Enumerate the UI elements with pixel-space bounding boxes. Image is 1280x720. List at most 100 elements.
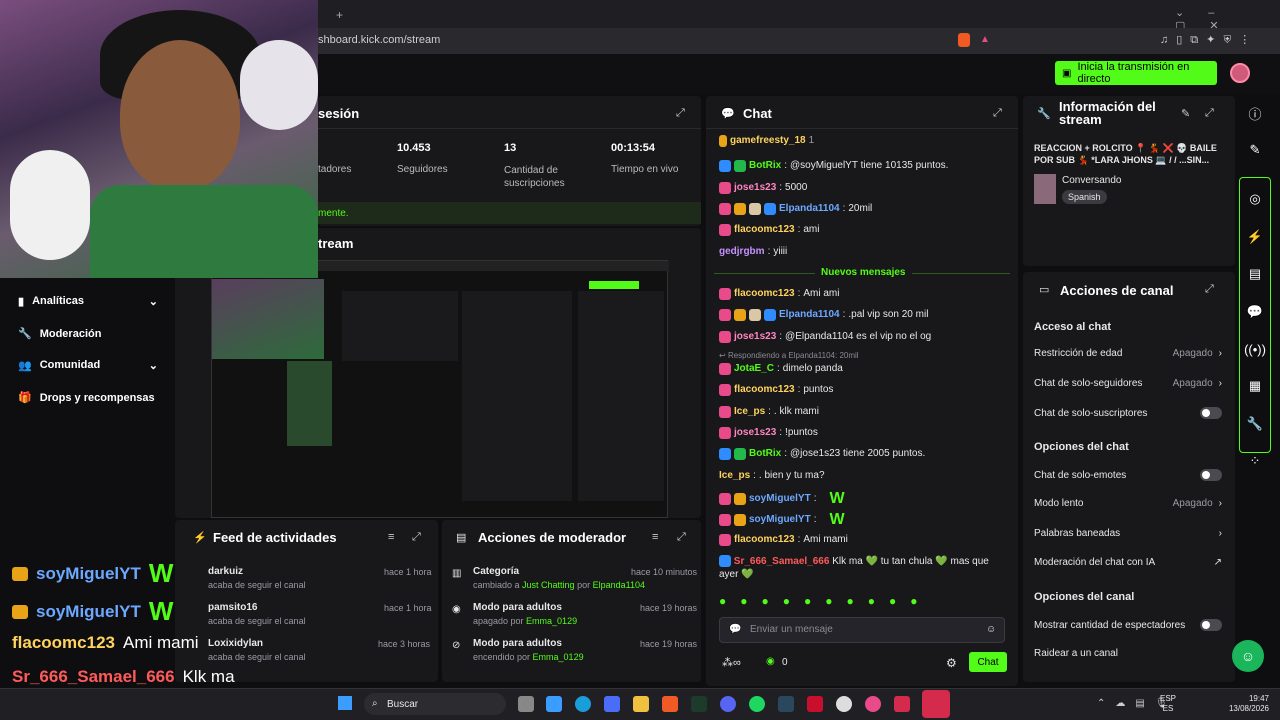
users-infinity-icon[interactable]: ⁂∞	[722, 656, 741, 669]
chat-user[interactable]: flacoomc123	[734, 288, 795, 300]
chat-message[interactable]: flacoomc123: ami	[719, 224, 1009, 236]
tiktok-live-icon[interactable]	[922, 690, 950, 718]
document-icon[interactable]: ▤	[1240, 259, 1270, 289]
chat-user[interactable]: Ice_ps	[734, 406, 765, 418]
pinned-gifter[interactable]: gamefreesty_18 1	[719, 135, 1009, 147]
broadcast-icon[interactable]: ((•))	[1240, 334, 1270, 364]
chat-message[interactable]: Ice_ps:. bien y tu ma?	[719, 470, 1009, 482]
expand-icon[interactable]: ⤢	[412, 531, 421, 544]
chat-user[interactable]: JotaE_C	[734, 363, 774, 375]
chrome-icon[interactable]	[865, 696, 881, 712]
chat-message[interactable]: Sr_666_Samael_666 Klk ma 💚 tu tan chula …	[719, 555, 1009, 581]
chat-message[interactable]: flacoomc123: puntos	[719, 384, 1009, 396]
help-icon[interactable]: ☺	[1232, 640, 1264, 672]
emote-bar[interactable]: ●●●●●●●●●●	[719, 594, 931, 608]
windows-start-icon[interactable]	[338, 696, 352, 710]
chat-message[interactable]: BotRix: @soyMiguelYT tiene 10135 puntos.	[719, 160, 1009, 172]
gear-icon[interactable]: ⚙	[946, 656, 957, 670]
chat-message[interactable]: Elpanda1104: .pal vip son 20 mil	[719, 309, 1009, 321]
edge-icon[interactable]	[575, 696, 591, 712]
ai-moderation-row[interactable]: Moderación del chat con IA ↗	[1034, 557, 1222, 568]
spotify-icon[interactable]	[749, 696, 765, 712]
new-tab-icon[interactable]: +	[336, 8, 343, 22]
chat-message[interactable]: jose1s23: !puntos	[719, 427, 1009, 439]
folder-icon[interactable]	[633, 696, 649, 712]
task-view-icon[interactable]	[518, 696, 534, 712]
emoji-icon[interactable]: ☺	[986, 624, 996, 635]
subs-only-row[interactable]: Chat de solo-suscriptores	[1034, 407, 1222, 419]
subs-only-toggle[interactable]	[1200, 407, 1222, 419]
slow-mode-row[interactable]: Modo lento Apagado ›	[1034, 498, 1222, 509]
sidebar-item-moderation[interactable]: 🔧 Moderación	[18, 327, 101, 341]
chat-user[interactable]: soyMiguelYT	[749, 493, 811, 505]
app-icon[interactable]	[807, 696, 823, 712]
pencil-icon[interactable]: ✎	[1240, 135, 1270, 165]
age-restriction-row[interactable]: Restricción de edad Apagado ›	[1034, 348, 1222, 359]
show-viewers-toggle[interactable]	[1200, 619, 1222, 631]
stream-video[interactable]	[211, 260, 669, 518]
browser-toolbar-icons[interactable]: ♫▯⧉✦⛨⋮	[1160, 33, 1258, 47]
go-live-button[interactable]: ▣ Inicia la transmisión en directo	[1055, 61, 1217, 85]
chat-user[interactable]: BotRix	[749, 448, 781, 460]
url-text[interactable]: shboard.kick.com/stream	[318, 34, 440, 46]
store-icon[interactable]	[604, 696, 620, 712]
clock[interactable]: 19:47 13/08/2026	[1225, 694, 1269, 714]
user-avatar[interactable]	[1230, 63, 1250, 83]
chat-user[interactable]: jose1s23	[734, 427, 776, 439]
expand-icon[interactable]: ⤢	[993, 107, 1002, 120]
send-chat-button[interactable]: Chat	[969, 652, 1007, 672]
chat-user[interactable]: flacoomc123	[734, 384, 795, 396]
terminal-icon[interactable]	[691, 696, 707, 712]
show-viewers-row[interactable]: Mostrar cantidad de espectadores	[1034, 619, 1222, 631]
edit-icon[interactable]: ✎	[1181, 107, 1190, 120]
lightning-icon[interactable]: ⚡	[1240, 222, 1270, 252]
brave-shield-icon[interactable]	[958, 33, 970, 47]
banned-words-row[interactable]: Palabras baneadas ›	[1034, 528, 1222, 539]
chat-message[interactable]: flacoomc123: Ami mami	[719, 534, 1009, 546]
app2-icon[interactable]	[894, 696, 910, 712]
taskbar-search[interactable]	[364, 693, 506, 715]
chat-message[interactable]: JotaE_C: dimelo panda	[719, 363, 1009, 375]
stream-tools-icon[interactable]: ▦	[1240, 371, 1270, 401]
chat-user[interactable]: Ice_ps	[719, 470, 750, 482]
apps-icon[interactable]: ⁘	[1240, 446, 1270, 476]
raid-row[interactable]: Raidear a un canal	[1034, 648, 1222, 659]
sidebar-item-analytics[interactable]: ▮ Analíticas ⌄	[18, 295, 158, 308]
chat-message[interactable]: Elpanda1104:20mil	[719, 203, 1009, 215]
chat-user[interactable]: flacoomc123	[734, 534, 795, 546]
widgets-icon[interactable]	[546, 696, 562, 712]
chat-message[interactable]: soyMiguelYT: W	[719, 491, 1009, 507]
obs-icon[interactable]	[836, 696, 852, 712]
emotes-only-toggle[interactable]	[1200, 469, 1222, 481]
expand-icon[interactable]: ⤢	[1205, 107, 1214, 120]
info-icon[interactable]: ⓘ	[1240, 98, 1270, 128]
filter-icon[interactable]: ≡	[388, 531, 394, 543]
emotes-only-row[interactable]: Chat de solo-emotes	[1034, 469, 1222, 481]
chat-message[interactable]: Ice_ps:. klk mami	[719, 406, 1009, 418]
chat-user[interactable]: BotRix	[749, 160, 781, 172]
chat-user[interactable]: Elpanda1104	[779, 309, 840, 321]
brave-icon[interactable]	[662, 696, 678, 712]
chat-message[interactable]: gedjrgbm: yiiii	[719, 246, 1009, 258]
expand-icon[interactable]: ⤢	[1205, 283, 1214, 296]
chat-message[interactable]: soyMiguelYT: W	[719, 512, 1009, 528]
target-icon[interactable]: ◎	[1240, 184, 1270, 214]
sidebar-item-community[interactable]: 👥 Comunidad ⌄	[18, 359, 158, 372]
chat-user[interactable]: flacoomc123	[734, 224, 795, 236]
brave-rewards-icon[interactable]: ▲	[980, 34, 990, 45]
chat-message[interactable]: flacoomc123: Ami ami	[719, 288, 1009, 300]
steam-icon[interactable]	[778, 696, 794, 712]
chat-user[interactable]: Sr_666_Samael_666	[734, 556, 830, 567]
language-indicator[interactable]: ESP ES	[1160, 694, 1176, 714]
filter-icon[interactable]: ≡	[652, 531, 658, 543]
chat-message[interactable]: jose1s23: @Elpanda1104 es el vip no el og	[719, 331, 1009, 343]
chat-user[interactable]: Elpanda1104	[779, 203, 840, 215]
sidebar-item-drops[interactable]: 🎁 Drops y recompensas	[18, 391, 155, 405]
expand-icon[interactable]: ⤢	[677, 531, 686, 544]
chat-bubble-icon[interactable]: 💬	[1240, 297, 1270, 327]
chat-message[interactable]: jose1s23:5000	[719, 182, 1009, 194]
chat-user[interactable]: jose1s23	[734, 331, 776, 343]
followers-only-row[interactable]: Chat de solo-seguidores Apagado ›	[1034, 378, 1222, 389]
chat-user[interactable]: jose1s23	[734, 182, 776, 194]
discord-icon[interactable]	[720, 696, 736, 712]
